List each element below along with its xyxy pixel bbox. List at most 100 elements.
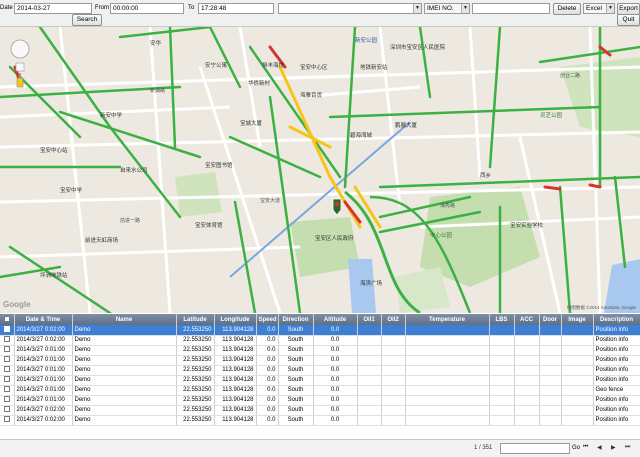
cell-longitude: 113.904128 bbox=[214, 335, 257, 346]
column-header-oil1[interactable]: Oil1 bbox=[357, 314, 382, 325]
table-row[interactable]: 2014/3/27 0:01:00 Demo 22.553250 113.904128… bbox=[0, 365, 640, 376]
imei-input[interactable] bbox=[472, 3, 550, 14]
imei-label: IMEI NO. bbox=[427, 5, 454, 12]
table-row[interactable]: 2014/3/27 0:01:00 Demo 22.553250 113.904128… bbox=[0, 385, 640, 396]
cell-acc bbox=[514, 415, 540, 426]
to-time-field[interactable]: 17:28:48 bbox=[198, 3, 274, 14]
cell-oil1 bbox=[357, 325, 382, 336]
map-place-label: 西乡 bbox=[480, 172, 491, 179]
row-checkbox[interactable] bbox=[0, 335, 15, 346]
column-header-temperature[interactable]: Temperature bbox=[405, 314, 490, 325]
column-header-longitude[interactable]: Longitude bbox=[214, 314, 257, 325]
column-header-speed[interactable]: Speed bbox=[256, 314, 279, 325]
search-button[interactable]: Search bbox=[72, 14, 102, 26]
from-time-field[interactable]: 00:00:00 bbox=[110, 3, 184, 14]
row-checkbox[interactable] bbox=[0, 375, 15, 386]
cell-date-time: 2014/3/27 0:02:00 bbox=[14, 325, 73, 336]
cell-door bbox=[539, 395, 562, 406]
next-page-icon[interactable]: ▶ bbox=[611, 444, 616, 451]
table-row[interactable]: 2014/3/27 0:01:00 Demo 22.553250 113.904128… bbox=[0, 355, 640, 366]
row-checkbox[interactable] bbox=[0, 415, 15, 426]
map-place-label: 新安中学 bbox=[100, 111, 123, 119]
table-row[interactable]: 2014/3/27 0:01:00 Demo 22.553250 113.904128… bbox=[0, 345, 640, 356]
go-button[interactable]: Go bbox=[572, 445, 580, 451]
cell-speed: 0.0 bbox=[256, 395, 279, 406]
row-checkbox[interactable] bbox=[0, 325, 15, 336]
cell-name: Demo bbox=[72, 345, 177, 356]
map-place-label: 创业二路 bbox=[560, 72, 580, 79]
cell-image bbox=[561, 365, 594, 376]
row-checkbox[interactable] bbox=[0, 405, 15, 416]
cell-lbs bbox=[489, 415, 515, 426]
map-view[interactable]: 安华 安宁公寓 新安公园 深圳市宝安区人民医院 地铁新安站 宝安中心区 华侨新村 宝城大厦 碧海… bbox=[0, 27, 640, 313]
imei-select[interactable]: IMEI NO. ▼ bbox=[424, 3, 470, 14]
column-header-oil2[interactable]: Oil2 bbox=[381, 314, 406, 325]
vehicle-marker-icon[interactable] bbox=[332, 198, 342, 216]
row-checkbox[interactable] bbox=[0, 345, 15, 356]
map-place-label: 宝城大厦 bbox=[240, 119, 263, 127]
column-header-date-time[interactable]: Date & Time bbox=[14, 314, 73, 325]
column-header-altitude[interactable]: Altitude bbox=[313, 314, 358, 325]
column-header-direction[interactable]: Direction bbox=[278, 314, 314, 325]
pegman-icon[interactable] bbox=[16, 77, 24, 88]
map-place-label: 安华 bbox=[150, 39, 162, 47]
column-header-description[interactable]: Description bbox=[593, 314, 640, 325]
table-row[interactable]: 2014/3/27 0:02:00 Demo 22.553250 113.904128… bbox=[0, 325, 640, 336]
map-place-label: 前进天虹商场 bbox=[85, 236, 119, 244]
cell-speed: 0.0 bbox=[256, 345, 279, 356]
table-row[interactable]: 2014/3/27 0:02:00 Demo 22.553250 113.904128… bbox=[0, 415, 640, 426]
column-header-lbs[interactable]: LBS bbox=[489, 314, 515, 325]
page-number-input[interactable] bbox=[500, 443, 570, 454]
cell-temperature bbox=[405, 365, 490, 376]
cell-direction: South bbox=[278, 335, 314, 346]
zoom-in-button[interactable] bbox=[15, 62, 25, 72]
cell-speed: 0.0 bbox=[256, 335, 279, 346]
column-header-acc[interactable]: ACC bbox=[514, 314, 540, 325]
cell-date-time: 2014/3/27 0:02:00 bbox=[14, 335, 73, 346]
table-row[interactable]: 2014/3/27 0:01:00 Demo 22.553250 113.904128… bbox=[0, 375, 640, 386]
column-header-name[interactable]: Name bbox=[72, 314, 177, 325]
cell-direction: South bbox=[278, 355, 314, 366]
date-label: Date bbox=[0, 5, 13, 11]
cell-oil2 bbox=[381, 345, 406, 356]
cell-acc bbox=[514, 335, 540, 346]
last-page-icon[interactable]: ⏭ bbox=[625, 444, 630, 451]
map-canvas[interactable]: 安华安宁公寓 新安公园深圳市宝安区人民医院地铁新安站 宝安中心区华侨新村宝城大厦碧海… bbox=[0, 27, 640, 313]
column-header-image[interactable]: Image bbox=[561, 314, 594, 325]
map-place-label: 宝安区人民政府 bbox=[315, 234, 354, 242]
cell-speed: 0.0 bbox=[256, 385, 279, 396]
column-header-door[interactable]: Door bbox=[539, 314, 562, 325]
row-checkbox[interactable] bbox=[0, 395, 15, 406]
select-all-checkbox[interactable] bbox=[0, 314, 15, 325]
page-indicator: 1 / 351 bbox=[474, 445, 493, 451]
device-select[interactable]: ▼ bbox=[278, 3, 422, 14]
quit-button[interactable]: Quit bbox=[617, 14, 640, 26]
delete-button[interactable]: Delete bbox=[553, 3, 581, 15]
first-page-icon[interactable]: ⏮ bbox=[583, 444, 588, 451]
cell-longitude: 113.904128 bbox=[214, 355, 257, 366]
cell-longitude: 113.904128 bbox=[214, 325, 257, 336]
table-row[interactable]: 2014/3/27 0:02:00 Demo 22.553250 113.904128… bbox=[0, 405, 640, 416]
row-checkbox[interactable] bbox=[0, 365, 15, 376]
cell-image bbox=[561, 375, 594, 386]
cell-latitude: 22.553250 bbox=[176, 355, 215, 366]
zoom-control[interactable] bbox=[10, 39, 30, 88]
column-header-latitude[interactable]: Latitude bbox=[176, 314, 215, 325]
table-row[interactable]: 2014/3/27 0:02:00 Demo 22.553250 113.904128… bbox=[0, 335, 640, 346]
cell-lbs bbox=[489, 405, 515, 416]
cell-direction: South bbox=[278, 325, 314, 336]
pan-control[interactable] bbox=[10, 39, 30, 59]
date-field[interactable]: 2014-03-27 bbox=[14, 3, 92, 14]
cell-direction: South bbox=[278, 385, 314, 396]
cell-oil1 bbox=[357, 365, 382, 376]
prev-page-icon[interactable]: ◀ bbox=[597, 444, 602, 451]
row-checkbox[interactable] bbox=[0, 355, 15, 366]
row-checkbox[interactable] bbox=[0, 385, 15, 396]
cell-altitude: 0.0 bbox=[313, 415, 358, 426]
export-format-select[interactable]: Excel ▼ bbox=[583, 3, 615, 14]
table-row[interactable]: 2014/3/27 0:01:00 Demo 22.553250 113.904128… bbox=[0, 395, 640, 406]
cell-oil2 bbox=[381, 405, 406, 416]
cell-oil1 bbox=[357, 385, 382, 396]
cell-image bbox=[561, 395, 594, 406]
cell-oil2 bbox=[381, 325, 406, 336]
